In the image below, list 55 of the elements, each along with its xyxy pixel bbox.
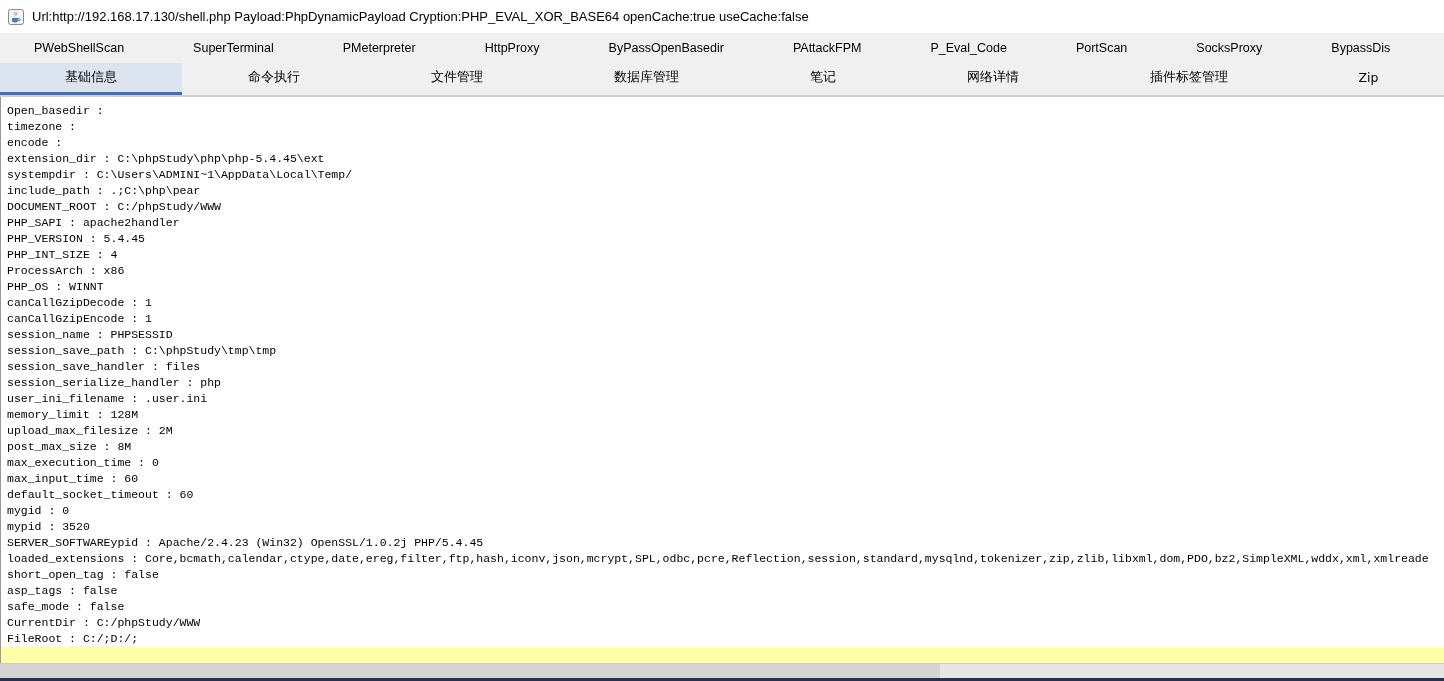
plugin-tab[interactable]: PAttackFPM [758,41,897,55]
tab[interactable]: 命令执行 [182,63,365,95]
tab[interactable]: 文件管理 [365,63,548,95]
text-line: systempdir : C:\Users\ADMINI~1\AppData\Local\Temp/ [7,167,354,183]
plugin-tab[interactable]: SocksProxy [1162,41,1298,55]
text-line: asp_tags : false [7,583,119,599]
plugin-tab[interactable]: PMeterpreter [308,41,451,55]
text-line: session_save_path : C:\phpStudy\tmp\tmp [7,343,278,359]
text-line: loaded_extensions : Core,bcmath,calendar,ctype,date,ereg,filter,ftp,hash,iconv,json,mcrypt,SPL,odbc,pcre,Reflection,session,standard,mysqlnd,tokenizer,zip,zlib,libxml,dom,PDO,bz2,SimpleXML,wddx,xml,xmlreade [7,551,1430,567]
text-line: canCallGzipEncode : 1 [7,311,153,327]
text-line: max_input_time : 60 [7,471,140,487]
text-line: encode : [7,135,64,151]
text-line: session_save_handler : files [7,359,202,375]
text-line: user_ini_filename : .user.ini [7,391,209,407]
text-line: default_socket_timeout : 60 [7,487,195,503]
java-cup-icon [8,8,24,25]
plugin-tab[interactable]: PortScan [1041,41,1163,55]
text-line: mypid : 3520 [7,519,91,535]
text-line: DOCUMENT_ROOT : C:/phpStudy/WWW [7,199,222,215]
text-line: session_serialize_handler : php [7,375,222,391]
tab[interactable]: 笔记 [744,63,901,95]
text-line: Open_basedir : [7,103,105,119]
text-line: max_execution_time : 0 [7,455,160,471]
text-line: CurrentDir : C:/phpStudy/WWW [7,615,202,631]
tab[interactable]: 网络详情 [901,63,1084,95]
plugin-tab[interactable]: PWebShellScan [0,41,160,55]
plugin-tab[interactable]: BypassDis [1297,41,1426,55]
text-line: ProcessArch : x86 [7,263,126,279]
text-line: session_name : PHPSESSID [7,327,174,343]
text-line: PHP_OS : WINNT [7,279,105,295]
plugin-tab[interactable]: ByPassOpenBasedir [574,41,759,55]
tab[interactable]: Zip [1293,63,1444,95]
text-line: memory_limit : 128M [7,407,140,423]
window-title: Url:http://192.168.17.130/shell.php Payload:PhpDynamicPayload Cryption:PHP_EVAL_XOR_BASE64 openCache:true useCache:false [32,9,809,24]
text-line: safe_mode : false [7,599,126,615]
plugin-tab[interactable]: SuperTerminal [159,41,309,55]
tab[interactable]: 插件标签管理 [1084,63,1293,95]
text-line: post_max_size : 8M [7,439,133,455]
plugin-tab[interactable]: HttpProxy [450,41,575,55]
tab[interactable]: 数据库管理 [548,63,744,95]
text-line: timezone : [7,119,77,135]
text-line: PHP_INT_SIZE : 4 [7,247,119,263]
text-line: FileRoot : C:/;D:/; [7,631,140,647]
text-line: canCallGzipDecode : 1 [7,295,153,311]
text-line: SERVER_SOFTWAREypid : Apache/2.4.23 (Win32) OpenSSL/1.0.2j PHP/5.4.45 [7,535,485,551]
horizontal-scrollbar[interactable] [0,663,1444,681]
plugin-tab[interactable]: P_Eval_Code [896,41,1042,55]
text-line: PHP_VERSION : 5.4.45 [7,231,147,247]
text-line: include_path : .;C:\php\pear [7,183,202,199]
text-line: mygid : 0 [7,503,71,519]
text-line: PHP_SAPI : apache2handler [7,215,181,231]
text-line: short_open_tag : false [7,567,160,583]
tab[interactable]: 基础信息 [0,63,182,95]
text-line: extension_dir : C:\phpStudy\php\php-5.4.45\ext [7,151,326,167]
text-line: upload_max_filesize : 2M [7,423,174,439]
